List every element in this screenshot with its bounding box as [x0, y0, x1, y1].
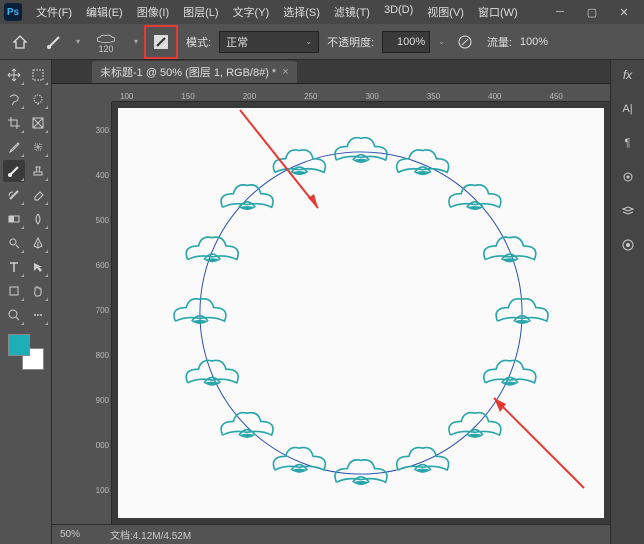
- healing-tool[interactable]: [27, 136, 49, 158]
- move-tool[interactable]: [3, 64, 25, 86]
- lasso-tool[interactable]: [3, 88, 25, 110]
- minimize-button[interactable]: ─: [544, 2, 576, 22]
- ruler-horizontal: 100150200250300350400450500550: [112, 84, 610, 102]
- hand-tool[interactable]: [27, 280, 49, 302]
- mode-label: 模式:: [186, 34, 211, 50]
- foreground-color-swatch[interactable]: [8, 334, 30, 356]
- layers-panel-icon[interactable]: [617, 200, 639, 222]
- chevron-down-icon[interactable]: ▾: [76, 37, 80, 46]
- blend-mode-value: 正常: [226, 34, 248, 50]
- doc-size-label: 文档:: [110, 531, 133, 542]
- chevron-down-icon[interactable]: ⌄: [438, 37, 445, 46]
- menu-view[interactable]: 视图(V): [421, 2, 470, 22]
- opacity-input[interactable]: 100%: [382, 31, 430, 53]
- titlebar: Ps 文件(F) 编辑(E) 图像(I) 图层(L) 文字(Y) 选择(S) 滤…: [0, 0, 644, 24]
- home-icon[interactable]: [6, 28, 34, 56]
- channels-panel-icon[interactable]: [617, 234, 639, 256]
- document-tab-title: 未标题-1 @ 50% (图层 1, RGB/8#) *: [100, 64, 276, 80]
- chevron-down-icon[interactable]: ▾: [134, 37, 138, 46]
- eyedropper-tool[interactable]: [3, 136, 25, 158]
- close-button[interactable]: ✕: [608, 2, 640, 22]
- blur-tool[interactable]: [27, 208, 49, 230]
- status-bar: 50% 文档:4.12M/4.52M: [52, 524, 610, 544]
- path-select-tool[interactable]: [27, 256, 49, 278]
- brush-preset[interactable]: 120: [86, 28, 126, 56]
- app-icon: Ps: [4, 3, 22, 21]
- crop-tool[interactable]: [3, 112, 25, 134]
- maximize-button[interactable]: ▢: [576, 2, 608, 22]
- character-panel-icon[interactable]: A|: [617, 98, 639, 120]
- flow-label: 流量:: [487, 34, 512, 50]
- menu-image[interactable]: 图像(I): [131, 2, 175, 22]
- brush-size-label: 120: [99, 44, 114, 54]
- ruler-vertical: 300400500600700800900000100: [52, 102, 112, 524]
- menu-edit[interactable]: 编辑(E): [80, 2, 129, 22]
- menu-file[interactable]: 文件(F): [30, 2, 78, 22]
- brush-panel-toggle[interactable]: [147, 28, 175, 56]
- opacity-value: 100%: [397, 36, 425, 48]
- highlight-annotation: [144, 25, 178, 59]
- close-icon[interactable]: ×: [282, 66, 288, 78]
- canvas[interactable]: [118, 108, 604, 518]
- eraser-tool[interactable]: [27, 184, 49, 206]
- brush-tool-icon[interactable]: [40, 28, 68, 56]
- blend-mode-select[interactable]: 正常 ⌄: [219, 31, 319, 53]
- frame-tool[interactable]: [27, 112, 49, 134]
- tools-panel: [0, 60, 52, 544]
- menu-window[interactable]: 窗口(W): [472, 2, 524, 22]
- dodge-tool[interactable]: [3, 232, 25, 254]
- shape-tool[interactable]: [3, 280, 25, 302]
- fx-panel-icon[interactable]: fx: [617, 64, 639, 86]
- chevron-down-icon: ⌄: [305, 37, 312, 46]
- zoom-level[interactable]: 50%: [60, 529, 80, 540]
- menubar: 文件(F) 编辑(E) 图像(I) 图层(L) 文字(Y) 选择(S) 滤镜(T…: [30, 2, 524, 22]
- stamp-tool[interactable]: [27, 160, 49, 182]
- flow-value: 100%: [520, 36, 548, 48]
- properties-panel-icon[interactable]: [617, 166, 639, 188]
- opacity-label: 不透明度:: [327, 34, 374, 50]
- lotus-brush-icon: [92, 30, 120, 44]
- color-swatches[interactable]: [8, 334, 44, 370]
- menu-type[interactable]: 文字(Y): [227, 2, 276, 22]
- menu-3d[interactable]: 3D(D): [378, 2, 419, 22]
- history-brush-tool[interactable]: [3, 184, 25, 206]
- marquee-tool[interactable]: [27, 64, 49, 86]
- gradient-tool[interactable]: [3, 208, 25, 230]
- edit-toolbar[interactable]: [27, 304, 49, 326]
- paragraph-panel-icon[interactable]: ¶: [617, 132, 639, 154]
- canvas-artwork: [118, 108, 604, 518]
- type-tool[interactable]: [3, 256, 25, 278]
- window-controls: ─ ▢ ✕: [544, 2, 640, 22]
- options-bar: ▾ 120 ▾ 模式: 正常 ⌄ 不透明度: 100% ⌄ 流量: 100%: [0, 24, 644, 60]
- pen-tool[interactable]: [27, 232, 49, 254]
- doc-size-value: 4.12M/4.52M: [133, 531, 191, 542]
- zoom-tool[interactable]: [3, 304, 25, 326]
- document-tabs: 未标题-1 @ 50% (图层 1, RGB/8#) * ×: [52, 60, 610, 84]
- pressure-opacity-icon[interactable]: [451, 28, 479, 56]
- panel-dock: fx A| ¶: [610, 60, 644, 544]
- brush-tool[interactable]: [3, 160, 25, 182]
- menu-layer[interactable]: 图层(L): [177, 2, 224, 22]
- quick-select-tool[interactable]: [27, 88, 49, 110]
- menu-filter[interactable]: 滤镜(T): [328, 2, 376, 22]
- menu-select[interactable]: 选择(S): [277, 2, 326, 22]
- document-tab[interactable]: 未标题-1 @ 50% (图层 1, RGB/8#) * ×: [92, 61, 297, 83]
